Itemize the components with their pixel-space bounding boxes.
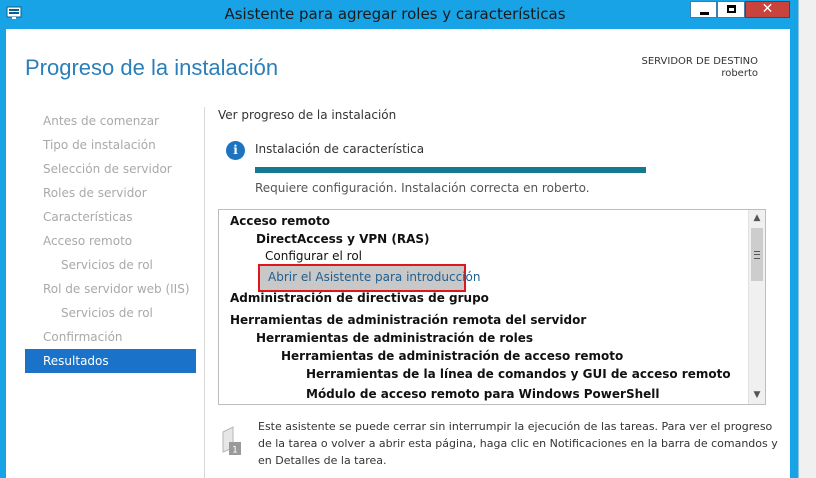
installation-results-list[interactable]: Acceso remoto DirectAccess y VPN (RAS) C…: [218, 209, 766, 405]
section-title: Ver progreso de la instalación: [218, 108, 397, 122]
grip-icon: [754, 251, 760, 259]
tree-item-remote-access-mgmt-tools: Herramientas de administración de acceso…: [281, 349, 624, 363]
open-getting-started-wizard-label[interactable]: Abrir el Asistente para introducción: [268, 270, 480, 284]
nav-item-features: Características: [43, 210, 133, 224]
scroll-up-icon[interactable]: ▲: [749, 210, 765, 227]
background-window-edge: [798, 0, 816, 478]
scrollbar-thumb[interactable]: [751, 228, 763, 281]
nav-divider: [204, 107, 205, 478]
open-getting-started-wizard-link[interactable]: Abrir el Asistente para introducción: [258, 264, 480, 292]
nav-item-installation-type: Tipo de instalación: [43, 138, 156, 152]
destination-server-label: SERVIDOR DE DESTINO: [641, 56, 758, 67]
list-scrollbar[interactable]: ▲ ▼: [748, 210, 765, 404]
tree-item-directaccess-vpn: DirectAccess y VPN (RAS): [256, 232, 430, 246]
notification-flag-icon: 1: [222, 426, 241, 456]
nav-item-web-server-role: Rol de servidor web (IIS): [43, 282, 190, 296]
nav-item-before-you-begin: Antes de comenzar: [43, 114, 159, 128]
window-frame-left: [0, 29, 6, 478]
nav-item-role-services: Servicios de rol: [61, 258, 153, 272]
minimize-button[interactable]: [690, 1, 717, 18]
maximize-icon: [727, 5, 736, 13]
nav-item-results[interactable]: Resultados: [25, 349, 196, 373]
close-button[interactable]: ✕: [745, 1, 790, 18]
window-title: Asistente para agregar roles y caracterí…: [224, 5, 566, 23]
tree-item-rsat: Herramientas de administración remota de…: [230, 313, 587, 327]
info-icon: i: [226, 141, 245, 160]
tree-item-group-policy-management: Administración de directivas de grupo: [230, 291, 489, 305]
installation-progress-bar: [255, 167, 646, 173]
tree-item-role-admin-tools: Herramientas de administración de roles: [256, 331, 533, 345]
wizard-close-note: Este asistente se puede cerrar sin inter…: [258, 420, 778, 467]
nav-item-web-role-services: Servicios de rol: [61, 306, 153, 320]
feature-installation-label: Instalación de característica: [255, 142, 425, 156]
minimize-icon: [700, 12, 709, 15]
window-frame-right: [790, 0, 798, 478]
scroll-down-icon[interactable]: ▼: [749, 387, 765, 404]
progress-fill: [255, 167, 646, 173]
page-title: Progreso de la instalación: [25, 55, 279, 80]
notification-badge: 1: [232, 446, 238, 456]
destination-server-name: roberto: [721, 68, 758, 79]
tree-item-configure-role: Configurar el rol: [265, 249, 363, 263]
wizard-navigation: Antes de comenzar Tipo de instalación Se…: [25, 109, 196, 373]
title-bar: Asistente para agregar roles y caracterí…: [0, 0, 816, 29]
nav-item-server-selection: Selección de servidor: [43, 162, 172, 176]
tree-item-remote-access-gui-cli: Herramientas de la línea de comandos y G…: [306, 367, 731, 381]
nav-item-confirmation: Confirmación: [43, 330, 123, 344]
close-icon: ✕: [761, 1, 774, 17]
tree-item-remote-access: Acceso remoto: [230, 214, 331, 228]
installation-status-text: Requiere configuración. Instalación corr…: [255, 181, 590, 195]
nav-item-server-roles: Roles de servidor: [43, 186, 147, 200]
tree-item-remote-access-powershell: Módulo de acceso remoto para Windows Pow…: [306, 387, 660, 401]
nav-item-remote-access: Acceso remoto: [43, 234, 133, 248]
maximize-button[interactable]: [717, 1, 745, 18]
